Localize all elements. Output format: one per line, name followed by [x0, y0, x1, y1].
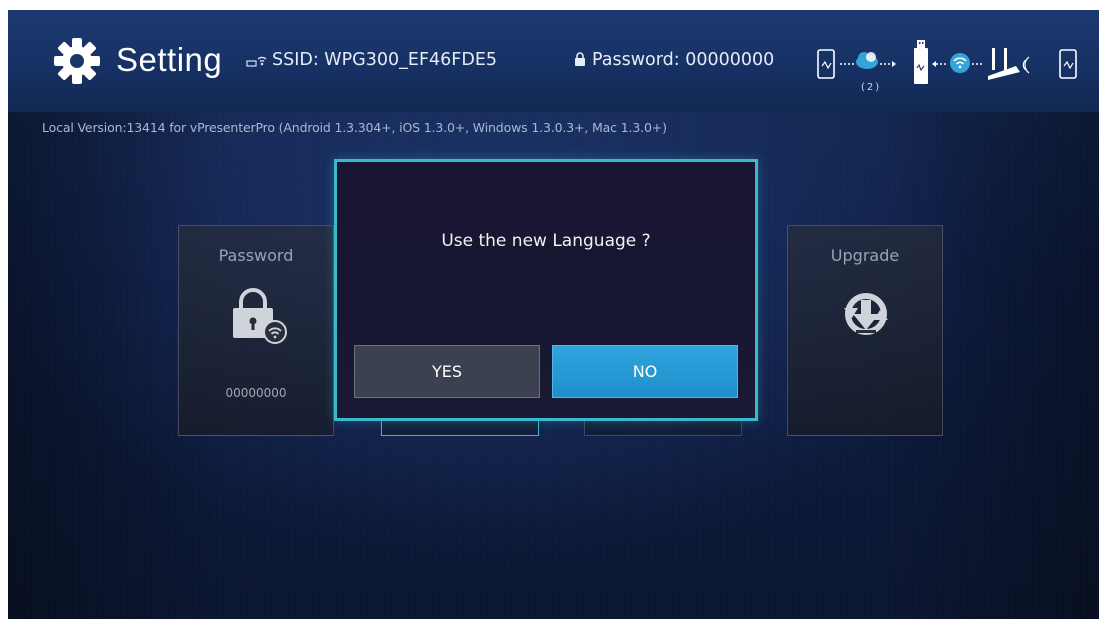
card-title: Password: [218, 246, 294, 265]
card-title: Upgrade: [830, 246, 900, 265]
lock-wifi-icon: [233, 288, 287, 344]
header-bar: Setting SSID: WPG300_EF46FDE5 Password: …: [8, 10, 1099, 112]
gear-icon: [54, 38, 100, 84]
password-card[interactable]: Password 00000000: [178, 225, 334, 436]
phone-icon: [1059, 49, 1077, 79]
tv-screen: Setting SSID: WPG300_EF46FDE5 Password: …: [8, 10, 1099, 619]
no-button[interactable]: NO: [552, 345, 738, 398]
language-confirm-dialog: Use the new Language ? YES NO: [334, 159, 758, 421]
cloud-icon: [856, 52, 878, 69]
phone-icon: [817, 49, 835, 79]
password-display: Password: 00000000: [574, 50, 774, 70]
yes-button[interactable]: YES: [354, 345, 540, 398]
wifi-device-icon: [246, 56, 267, 67]
password-value: 00000000: [225, 386, 287, 400]
page-title: Setting: [116, 41, 223, 78]
diagram-step-label: (2): [861, 82, 882, 93]
wifi-icon: [950, 53, 970, 73]
upgrade-icon: [844, 293, 888, 335]
router-icon: [988, 48, 1030, 80]
password-text: Password: 00000000: [592, 50, 775, 70]
ssid-text: SSID: WPG300_EF46FDE5: [272, 50, 498, 70]
connection-diagram: [817, 40, 1077, 84]
dialog-message: Use the new Language ?: [441, 231, 651, 251]
ssid-display: SSID: WPG300_EF46FDE5: [246, 50, 497, 70]
dongle-icon: [914, 40, 928, 84]
version-info: Local Version:13414 for vPresenterPro (A…: [42, 120, 667, 135]
upgrade-card[interactable]: Upgrade: [787, 225, 943, 436]
lock-icon: [575, 52, 585, 66]
